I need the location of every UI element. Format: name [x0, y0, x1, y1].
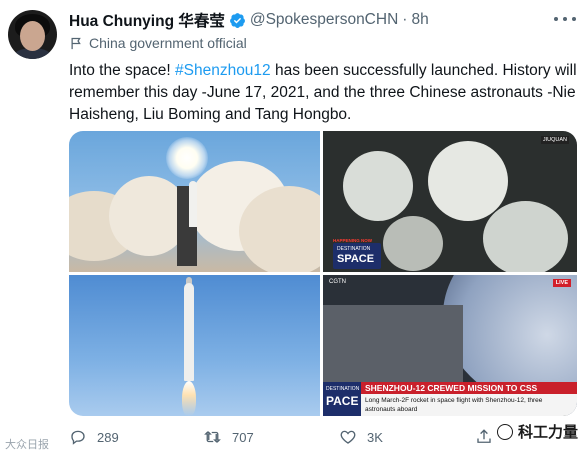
launch-photo[interactable] [69, 131, 320, 272]
destination-badge: DESTINATION PACE [323, 382, 361, 416]
watermark-right: 科工力量 [496, 421, 578, 442]
government-label: China government official [69, 35, 247, 51]
author-name[interactable]: Hua Chunying 华春莹 [69, 9, 225, 31]
more-options-icon[interactable] [554, 12, 576, 26]
like-button[interactable]: 3K [339, 428, 383, 446]
live-badge: LIVE [552, 279, 571, 287]
badge-space-text: SPACE [337, 253, 375, 265]
channel-tag: CGTN [329, 279, 346, 285]
banner-headline: SHENZHOU-12 CREWED MISSION TO CSS [361, 382, 577, 394]
banner-destination-text: DESTINATION [326, 386, 360, 392]
reply-icon [71, 430, 85, 445]
tweet-card: Hua Chunying 华春莹 @SpokespersonCHN · 8h C… [0, 0, 588, 456]
like-count: 3K [367, 429, 383, 445]
retweet-button[interactable]: 707 [203, 428, 254, 446]
hashtag-link[interactable]: #Shenzhou12 [175, 62, 271, 79]
news-banner: DESTINATION PACE SHENZHOU-12 CREWED MISS… [323, 382, 577, 416]
rocket-flight-photo[interactable] [69, 275, 320, 416]
media-grid: JIUQUAN HAPPENING NOW DESTINATION SPACE … [69, 131, 577, 416]
flag-icon [71, 37, 81, 49]
location-tag: JIUQUAN [540, 136, 569, 144]
badge-destination-text: DESTINATION [337, 246, 371, 252]
tweet-header: Hua Chunying 华春莹 @SpokespersonCHN · 8h [69, 9, 429, 31]
crew-photo[interactable]: JIUQUAN HAPPENING NOW DESTINATION SPACE [323, 131, 577, 272]
destination-space-badge: DESTINATION SPACE [333, 243, 381, 269]
retweet-count: 707 [232, 429, 254, 445]
author-avatar[interactable] [8, 10, 57, 59]
separator-dot: · [402, 11, 408, 28]
watermark-left-text: 大众日报 [5, 439, 49, 451]
sun-glare [166, 137, 208, 179]
retweet-icon [204, 431, 221, 443]
watermark-left: 大众日报 [5, 436, 49, 452]
tweet-text: Into the space! #Shenzhou12 has been suc… [69, 60, 579, 126]
banner-subline: Long March-2F rocket in space flight wit… [361, 394, 577, 416]
reply-count: 289 [97, 429, 119, 445]
tweet-text-start: Into the space! [69, 62, 175, 79]
tweet-timestamp[interactable]: 8h [411, 11, 428, 29]
space-station-photo[interactable]: CGTN LIVE DESTINATION PACE SHENZHOU-12 C… [323, 275, 577, 416]
author-handle[interactable]: @SpokespersonCHN [250, 11, 398, 29]
reply-button[interactable]: 289 [69, 428, 119, 446]
banner-space-text: PACE [326, 394, 359, 408]
share-icon [477, 429, 491, 443]
wechat-logo-icon [496, 423, 513, 440]
heart-icon [340, 430, 356, 444]
government-label-text: China government official [89, 35, 247, 51]
watermark-right-text: 科工力量 [517, 424, 578, 441]
verified-badge-icon [229, 12, 245, 28]
